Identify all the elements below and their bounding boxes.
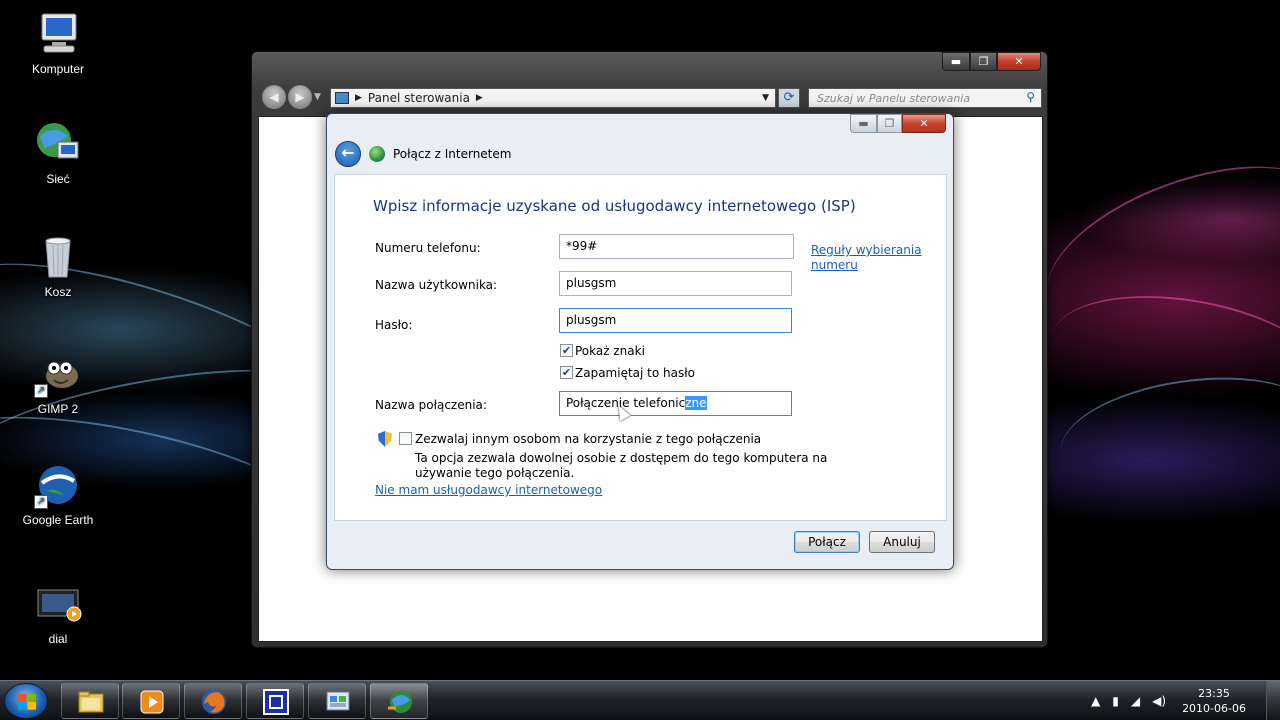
forward-button[interactable]: ▶ xyxy=(288,85,312,109)
network-status-icon[interactable]: ◢ xyxy=(1131,694,1140,708)
dialog-header: ← Połącz z Internetem xyxy=(335,141,511,167)
maximize-button[interactable]: ❐ xyxy=(970,52,997,71)
show-hidden-icons-icon[interactable]: ▲ xyxy=(1091,694,1100,708)
breadcrumb-chevron-icon[interactable]: ▶ xyxy=(476,93,483,103)
remember-password-label[interactable]: Zapamiętaj to hasło xyxy=(575,366,695,380)
maximize-button: ❐ xyxy=(877,114,902,133)
address-dropdown-icon[interactable]: ▼ xyxy=(762,93,769,103)
taskbar: ▲ ▮ ◢ ◀) 23:35 2010-06-06 xyxy=(0,680,1280,720)
desktop-icon-gimp[interactable]: ↗ GIMP 2 xyxy=(13,350,103,416)
recent-pages-icon[interactable]: ▼ xyxy=(314,92,321,102)
shortcut-arrow-icon: ↗ xyxy=(34,495,48,509)
dialog-content-panel: Wpisz informacje uzyskane od usługodawcy… xyxy=(334,174,947,521)
password-input[interactable]: plusgsm xyxy=(559,308,792,333)
folder-icon xyxy=(77,688,105,716)
desktop-icon-label: Komputer xyxy=(31,62,85,76)
control-panel-icon xyxy=(324,688,352,716)
search-input[interactable]: Szukaj w Panelu sterowania ⚲ xyxy=(808,88,1042,108)
connect-button[interactable]: Połącz xyxy=(794,531,860,553)
breadcrumb-chevron-icon[interactable]: ▶ xyxy=(355,93,362,103)
dialog-title: Połącz z Internetem xyxy=(393,147,512,161)
clock-date: 2010-06-06 xyxy=(1182,702,1246,715)
page-heading: Wpisz informacje uzyskane od usługodawcy… xyxy=(373,197,856,215)
close-button[interactable]: ✕ xyxy=(997,52,1041,71)
desktop-icon-computer[interactable]: Komputer xyxy=(13,10,103,76)
no-isp-link[interactable]: Nie mam usługodawcy internetowego xyxy=(375,483,602,497)
taskbar-explorer[interactable] xyxy=(61,683,119,719)
taskbar-connect-internet[interactable] xyxy=(370,683,428,719)
connect-to-internet-dialog: ▬ ❐ ✕ ← Połącz z Internetem Wpisz inform… xyxy=(326,113,954,570)
taskbar-control-panel[interactable] xyxy=(308,683,366,719)
desktop-icon-label: Sieć xyxy=(46,172,70,186)
password-label: Hasło: xyxy=(375,318,413,332)
navigation-buttons: ◀ ▶ ▼ xyxy=(262,85,321,109)
show-desktop-button[interactable] xyxy=(1266,681,1280,720)
media-player-icon xyxy=(138,688,166,716)
search-icon[interactable]: ⚲ xyxy=(1026,90,1035,104)
back-button[interactable]: ◀ xyxy=(262,85,286,109)
breadcrumb-control-panel[interactable]: Panel sterowania xyxy=(368,91,470,105)
refresh-icon[interactable]: ⟳ xyxy=(778,88,800,108)
desktop-icon-label: Kosz xyxy=(44,285,72,299)
search-placeholder: Szukaj w Panelu sterowania xyxy=(817,91,971,105)
desktop-icon-label: Google Earth xyxy=(22,513,94,527)
dialing-rules-link[interactable]: Reguły wybierania numeru xyxy=(811,243,931,273)
network-globe-icon xyxy=(34,120,82,168)
desktop-icon-label: dial xyxy=(48,632,68,646)
network-globe-icon xyxy=(386,688,414,716)
network-globe-icon xyxy=(369,146,385,162)
desktop-icon-network[interactable]: Sieć xyxy=(13,120,103,186)
desktop-icon-recycle-bin[interactable]: Kosz xyxy=(13,233,103,299)
allow-others-label[interactable]: Zezwalaj innym osobom na korzystanie z t… xyxy=(415,432,761,446)
show-characters-checkbox[interactable]: ✔ xyxy=(560,344,573,357)
clock[interactable]: 23:35 2010-06-06 xyxy=(1182,686,1246,716)
volume-icon[interactable]: ◀) xyxy=(1152,694,1166,708)
minimize-button[interactable]: ▬ xyxy=(850,114,877,133)
system-tray: ▲ ▮ ◢ ◀) 23:35 2010-06-06 xyxy=(1091,681,1280,720)
video-file-icon xyxy=(34,580,82,628)
clock-time: 23:35 xyxy=(1198,687,1230,700)
remember-password-checkbox[interactable]: ✔ xyxy=(560,366,573,379)
username-input[interactable]: plusgsm xyxy=(559,271,792,296)
window-app-icon xyxy=(262,688,290,716)
cancel-button[interactable]: Anuluj xyxy=(869,531,935,553)
taskbar-media-player[interactable] xyxy=(122,683,180,719)
dialog-caption-buttons: ▬ ❐ ✕ xyxy=(850,114,946,133)
firefox-icon xyxy=(200,688,228,716)
phone-number-input[interactable]: *99# xyxy=(559,234,794,259)
google-earth-icon: ↗ xyxy=(34,461,82,509)
control-panel-icon xyxy=(335,92,349,104)
taskbar-window[interactable] xyxy=(246,683,304,719)
recycle-bin-icon xyxy=(34,233,82,281)
username-label: Nazwa użytkownika: xyxy=(375,278,498,292)
back-arrow-icon[interactable]: ← xyxy=(335,141,361,167)
taskbar-firefox[interactable] xyxy=(184,683,242,719)
desktop-icon-label: GIMP 2 xyxy=(37,402,79,416)
window-caption-buttons: ▬ ❐ ✕ xyxy=(942,52,1041,71)
close-button[interactable]: ✕ xyxy=(902,114,946,133)
computer-icon xyxy=(34,10,82,58)
gimp-icon: ↗ xyxy=(34,350,82,398)
start-button[interactable] xyxy=(4,683,48,719)
desktop-icon-dial[interactable]: dial xyxy=(13,580,103,646)
connection-name-selected-text: zne xyxy=(685,396,707,410)
desktop-icon-google-earth[interactable]: ↗ Google Earth xyxy=(13,461,103,527)
uac-shield-icon xyxy=(378,431,392,447)
minimize-button[interactable]: ▬ xyxy=(942,52,970,71)
phone-label: Numeru telefonu: xyxy=(375,241,481,255)
windows-logo-icon xyxy=(18,694,36,710)
address-bar[interactable]: ▶ Panel sterowania ▶ ▼ xyxy=(330,88,776,108)
show-characters-label[interactable]: Pokaż znaki xyxy=(575,344,645,358)
power-icon[interactable]: ▮ xyxy=(1112,694,1119,708)
allow-others-checkbox[interactable] xyxy=(399,432,412,445)
shortcut-arrow-icon: ↗ xyxy=(34,384,48,398)
allow-others-note: Ta opcja zezwala dowolnej osobie z dostę… xyxy=(415,451,828,480)
connection-name-input[interactable]: Połączenie telefoniczne xyxy=(559,391,792,416)
connection-name-label: Nazwa połączenia: xyxy=(375,398,487,412)
